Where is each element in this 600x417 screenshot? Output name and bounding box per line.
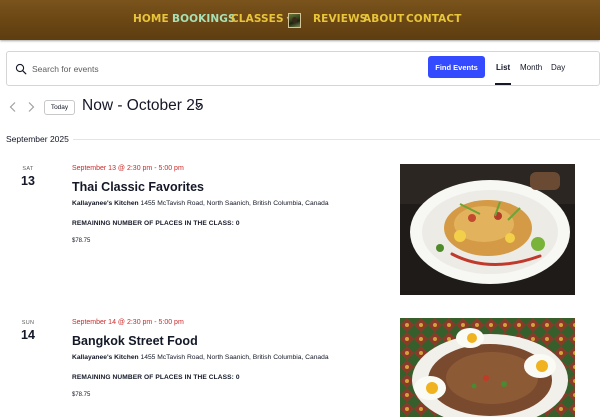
search-icon (15, 63, 27, 75)
event-venue-address: 1455 McTavish Road, North Saanich, Briti… (140, 200, 329, 207)
view-list-tab[interactable]: List (494, 63, 512, 85)
pad-thai-photo-icon (400, 164, 575, 295)
next-arrow-icon[interactable] (26, 101, 36, 113)
nav-classes[interactable]: CLASSES▾ (231, 13, 291, 25)
event-venue-name: Kallayanee's Kitchen (72, 354, 139, 361)
nav-bookings[interactable]: BOOKINGS (172, 13, 236, 25)
event-datetime: September 13 @ 2:30 pm - 5:00 pm (72, 165, 184, 172)
view-month-tab[interactable]: Month (520, 63, 542, 72)
main-menu: HOME BOOKINGS CLASSES▾ REVIEWS ABOUT CON… (0, 0, 600, 40)
month-separator-line (73, 139, 600, 140)
bangkok-street-food-photo-icon (400, 318, 575, 417)
event-venue-name: Kallayanee's Kitchen (72, 200, 139, 207)
event-image-pad-thai[interactable] (400, 164, 575, 295)
event-image-bangkok-street-food[interactable] (400, 318, 575, 417)
nav-home[interactable]: HOME (133, 13, 169, 25)
event-price: $78.75 (72, 238, 91, 244)
view-day-tab[interactable]: Day (551, 63, 565, 72)
event-day-of-week: SAT (22, 166, 34, 172)
nav-classes-label: CLASSES (231, 13, 284, 25)
find-events-button[interactable]: Find Events (428, 56, 485, 78)
event-title-link[interactable]: Thai Classic Favorites (72, 180, 204, 194)
event-remaining-places: REMAINING NUMBER OF PLACES IN THE CLASS:… (72, 220, 240, 227)
previous-arrow-icon[interactable] (8, 101, 18, 113)
event-venue: Kallayanee's Kitchen 1455 McTavish Road,… (72, 200, 329, 207)
nav-about[interactable]: ABOUT (363, 13, 404, 25)
event-remaining-places: REMAINING NUMBER OF PLACES IN THE CLASS:… (72, 374, 240, 381)
event-price: $78.75 (72, 392, 91, 398)
event-day-number: 14 (21, 328, 35, 342)
month-separator-label: September 2025 (6, 134, 69, 144)
nav-reviews[interactable]: REVIEWS (313, 13, 367, 25)
nav-contact[interactable]: CONTACT (406, 13, 461, 25)
search-input[interactable] (32, 61, 412, 77)
event-day-of-week: SUN (21, 320, 35, 326)
chevron-down-icon[interactable] (195, 103, 202, 109)
event-day-number: 13 (21, 174, 35, 188)
event-venue-address: 1455 McTavish Road, North Saanich, Briti… (140, 354, 329, 361)
top-navigation-bar: HOME BOOKINGS CLASSES▾ REVIEWS ABOUT CON… (0, 0, 600, 40)
today-button[interactable]: Today (44, 100, 75, 115)
event-datetime: September 14 @ 2:30 pm - 5:00 pm (72, 319, 184, 326)
event-venue: Kallayanee's Kitchen 1455 McTavish Road,… (72, 354, 329, 361)
date-range-picker[interactable]: Now - October 25 (82, 97, 203, 115)
event-title-link[interactable]: Bangkok Street Food (72, 334, 198, 348)
events-search-bar: Find Events List Month Day (6, 51, 600, 86)
site-logo[interactable] (288, 13, 301, 28)
